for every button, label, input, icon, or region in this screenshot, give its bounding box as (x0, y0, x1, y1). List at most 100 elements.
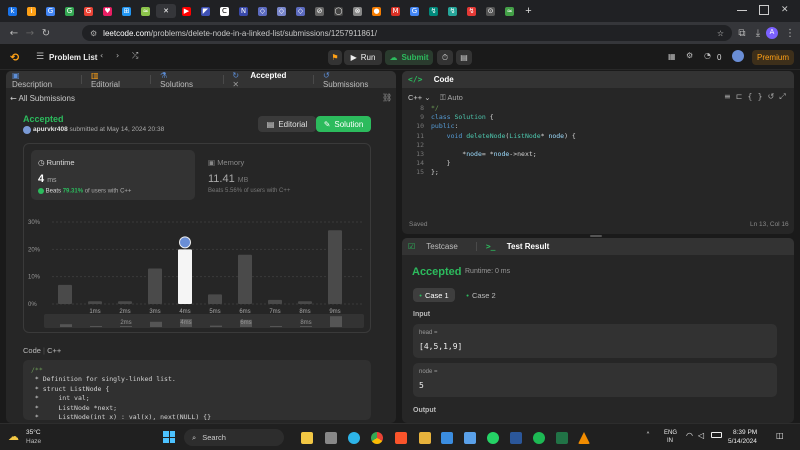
meet-icon[interactable] (325, 432, 337, 444)
editor-line[interactable]: } (431, 159, 576, 168)
profile-avatar[interactable]: A (766, 27, 778, 39)
editor-code[interactable]: */class Solution {public: void deleteNod… (431, 104, 576, 178)
auto-mode[interactable]: ⚿ Auto (440, 93, 463, 103)
browser-tab[interactable]: C (216, 4, 233, 18)
editor-line[interactable]: class Solution { (431, 113, 576, 122)
tab-testcase[interactable]: ☑ Testcase (408, 242, 467, 251)
maximize-icon[interactable] (759, 5, 769, 15)
settings-gear-icon[interactable]: ⚙ (686, 51, 693, 60)
browser-tab[interactable]: ⊙ (482, 4, 499, 18)
timer-icon[interactable]: ⏱ (437, 50, 453, 65)
memory-box[interactable]: ▣ Memory 11.41 MB Beats 5.56% of users w… (201, 150, 365, 200)
browser-tab[interactable]: ▶ (178, 4, 195, 18)
notification-bell-icon[interactable]: ◔ (704, 51, 711, 60)
chrome-icon[interactable] (371, 432, 383, 444)
format-icon[interactable]: ≡ (724, 92, 736, 101)
problem-list-icon[interactable]: ☰ (36, 52, 44, 62)
browser-tab[interactable]: ↯ (463, 4, 480, 18)
case-1-tab[interactable]: • Case 1 (413, 288, 455, 302)
notes-icon[interactable]: ▤ (456, 50, 472, 65)
file-explorer-icon[interactable] (301, 432, 313, 444)
browser-tab[interactable]: G (42, 4, 59, 18)
menu-kebab-icon[interactable]: ⋮ (782, 25, 798, 41)
case-2-tab[interactable]: • Case 2 (460, 288, 502, 302)
browser-tab[interactable]: M (387, 4, 404, 18)
whatsapp-icon[interactable] (487, 432, 499, 444)
username[interactable]: apurvkr408 (33, 126, 68, 133)
debug-button[interactable]: ⚑ (328, 50, 342, 65)
browser-tab[interactable]: i (23, 4, 40, 18)
spotify-icon[interactable] (533, 432, 545, 444)
browser-tab[interactable]: ⊘ (311, 4, 328, 18)
tab-accepted[interactable]: ↻ Accepted ✕ (232, 71, 304, 89)
browser-tab[interactable]: ✕ (156, 4, 176, 18)
store-icon[interactable] (464, 432, 476, 444)
solution-button[interactable]: ✎ Solution (316, 116, 371, 132)
range-navigator[interactable] (44, 314, 364, 328)
shuffle-icon[interactable]: ⤮ (132, 51, 138, 61)
folder-icon[interactable] (419, 432, 431, 444)
edge-icon[interactable] (348, 432, 360, 444)
close-tab-icon[interactable]: ✕ (232, 80, 239, 89)
notification-icon[interactable]: ◫ (776, 431, 784, 440)
layout-icon[interactable]: ▦ (668, 52, 676, 61)
taskbar-search[interactable]: ⌕ Search (184, 429, 284, 446)
battery-icon[interactable] (711, 432, 722, 438)
prev-problem-icon[interactable]: ‹ (100, 51, 103, 60)
problem-list-link[interactable]: Problem List (49, 53, 97, 62)
word-icon[interactable] (510, 432, 522, 444)
browser-tab[interactable]: ≈ (137, 4, 154, 18)
forward-icon[interactable]: → (22, 25, 38, 41)
browser-tab[interactable]: ◇ (254, 4, 271, 18)
premium-button[interactable]: Premium (752, 50, 794, 65)
editor-line[interactable]: }; (431, 168, 576, 177)
browser-tab[interactable]: ↯ (444, 4, 461, 18)
runtime-bar[interactable] (118, 301, 132, 304)
runtime-bar[interactable] (148, 268, 162, 304)
close-window-icon[interactable]: ✕ (781, 5, 791, 15)
next-problem-icon[interactable]: › (116, 51, 119, 60)
reload-icon[interactable]: ↻ (38, 25, 54, 41)
weather-temp[interactable]: 35°C (26, 429, 41, 436)
tab-submissions[interactable]: ↺ Submissions (323, 71, 387, 89)
clock-time[interactable]: 8:39 PM (733, 429, 757, 436)
volume-icon[interactable]: ◁ (698, 431, 704, 440)
excel-icon[interactable] (556, 432, 568, 444)
browser-tab[interactable]: ♥ (99, 4, 116, 18)
tune-icon[interactable]: ⚙ (90, 29, 97, 38)
url-field[interactable]: ⚙ leetcode.com/problems/delete-node-in-a… (82, 25, 732, 41)
run-button[interactable]: ▶ Run (344, 50, 382, 65)
browser-tab[interactable]: ↯ (425, 4, 442, 18)
minimize-icon[interactable] (737, 5, 747, 11)
browser-tab[interactable]: ◇ (273, 4, 290, 18)
tab-editorial[interactable]: ▥ Editorial (91, 71, 141, 89)
runtime-bar[interactable] (328, 230, 342, 304)
download-icon[interactable]: ⤓ (750, 25, 766, 41)
browser-tab[interactable]: G (61, 4, 78, 18)
lang-top[interactable]: ENG (664, 430, 677, 436)
start-button[interactable] (163, 431, 175, 443)
runtime-bar[interactable] (208, 294, 222, 304)
fullscreen-icon[interactable]: ⤢ (779, 92, 790, 101)
runtime-bar[interactable] (268, 299, 282, 304)
bookmark-icon[interactable]: ⊏ (736, 92, 748, 101)
browser-tab[interactable]: N (235, 4, 252, 18)
language-select[interactable]: C++ ⌄ (408, 93, 431, 102)
runtime-box[interactable]: ◷ Runtime 4 ms Beats 79.31% of users wit… (31, 150, 195, 200)
editor-line[interactable]: *node= *node->next; (431, 150, 576, 159)
code-tab[interactable]: </> Code (408, 75, 463, 84)
tab-solutions[interactable]: ⚗ Solutions (160, 71, 213, 89)
browser-tab[interactable]: G (80, 4, 97, 18)
editor-line[interactable] (431, 141, 576, 150)
your-submission-avatar[interactable] (179, 236, 191, 249)
code-area[interactable]: 8 9 10 11 12 13 14 15 */class Solution {public:… (402, 104, 794, 214)
editor-line[interactable]: public: (431, 122, 576, 131)
editor-line[interactable]: */ (431, 104, 576, 113)
browser-tab[interactable]: ◇ (292, 4, 309, 18)
editorial-button[interactable]: ▤ Editorial (258, 116, 316, 132)
runtime-bar[interactable] (88, 301, 102, 304)
link-icon[interactable]: ⛓ (382, 93, 392, 102)
new-tab-button[interactable]: + (520, 4, 537, 18)
panel-splitter[interactable] (590, 235, 602, 237)
all-submissions-link[interactable]: ← All Submissions (10, 94, 75, 103)
